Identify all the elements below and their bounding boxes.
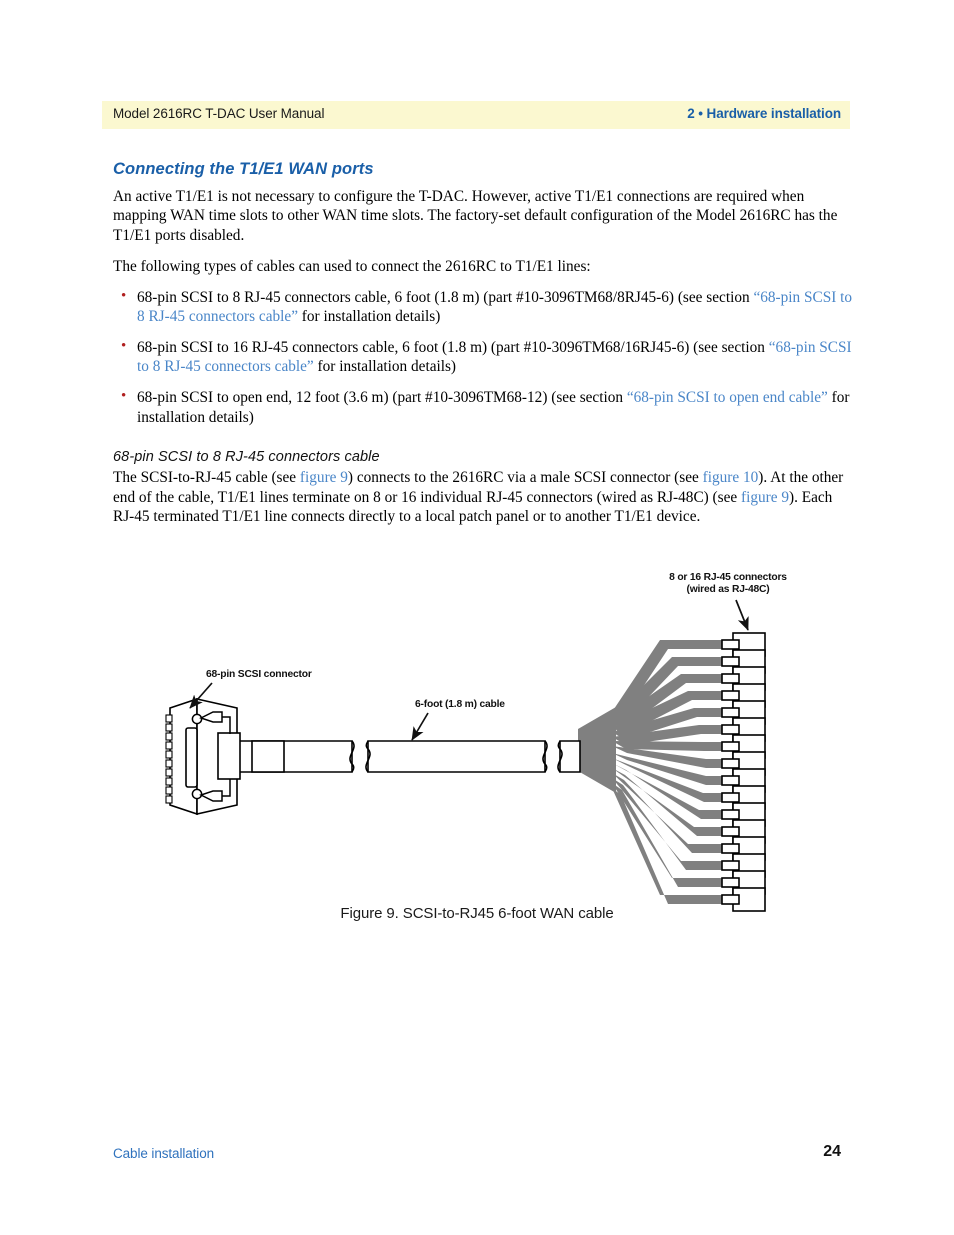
cable-length-label: 6-foot (1.8 m) cable [415,699,505,710]
cable-types-list: • 68-pin SCSI to 8 RJ-45 connectors cable… [113,288,853,428]
cross-reference-link[interactable]: “68-pin SCSI to open end cable” [627,389,828,406]
cable-fanout [578,640,733,904]
figure-reference-link[interactable]: figure 10 [703,469,759,486]
cable-break-symbol [349,740,371,773]
paragraph-text: The SCSI-to-RJ-45 cable (see [113,469,300,487]
rj45-connectors-label-line1: 8 or 16 RJ-45 connectors [669,572,787,583]
list-item-text-post: for installation details) [313,358,457,376]
figure-reference-link[interactable]: figure 9 [741,489,789,506]
list-item-text-post: for installation details) [297,308,441,326]
scsi-connector-label: 68-pin SCSI connector [206,669,312,680]
bullet-marker: • [121,388,127,404]
paragraph-text: ) connects to the 2616RC via a male SCSI… [347,469,703,487]
figure-reference-link[interactable]: figure 9 [300,469,348,486]
list-item: • 68-pin SCSI to 8 RJ-45 connectors cable… [113,288,853,327]
cable-break-symbol [542,740,563,773]
figure-9: 68-pin SCSI connector 6-foot (1.8 m) cab… [0,560,954,950]
list-item-text-pre: 68-pin SCSI to 8 RJ-45 connectors cable,… [137,288,754,306]
list-item-text-pre: 68-pin SCSI to open end, 12 foot (3.6 m)… [137,389,627,406]
subsection-paragraph: The SCSI-to-RJ-45 cable (see figure 9) c… [113,468,853,526]
cable-list-lead: The following types of cables can used t… [113,258,591,276]
list-item: • 68-pin SCSI to 16 RJ-45 connectors cabl… [113,338,853,377]
running-header-chapter: 2 • Hardware installation [687,106,841,121]
subsection-heading: 68-pin SCSI to 8 RJ-45 connectors cable [113,449,380,466]
text-column: Connecting the T1/E1 WAN ports An active… [113,160,853,538]
list-item-text-pre: 68-pin SCSI to 16 RJ-45 connectors cable… [137,338,769,356]
cable-body [233,740,581,773]
section-heading: Connecting the T1/E1 WAN ports [113,160,374,178]
bullet-marker: • [121,337,127,354]
page-number: 24 [823,1143,841,1160]
running-header-title: Model 2616RC T-DAC User Manual [113,106,325,121]
bullet-marker: • [121,287,127,304]
document-page: Model 2616RC T-DAC User Manual 2 • Hardw… [0,0,954,1235]
section-intro-paragraph: An active T1/E1 is not necessary to conf… [113,188,838,244]
footer-section-label: Cable installation [113,1146,215,1161]
rj45-connector-group [721,632,766,912]
list-item: • 68-pin SCSI to open end, 12 foot (3.6 m… [113,388,853,427]
scsi-to-rj45-cable-diagram: 68-pin SCSI connector 6-foot (1.8 m) cab… [165,572,788,912]
rj45-connectors-label-line2: (wired as RJ-48C) [686,584,769,595]
figure-caption: Figure 9. SCSI-to-RJ45 6-foot WAN cable [340,905,614,922]
scsi-68pin-connector [165,697,241,816]
